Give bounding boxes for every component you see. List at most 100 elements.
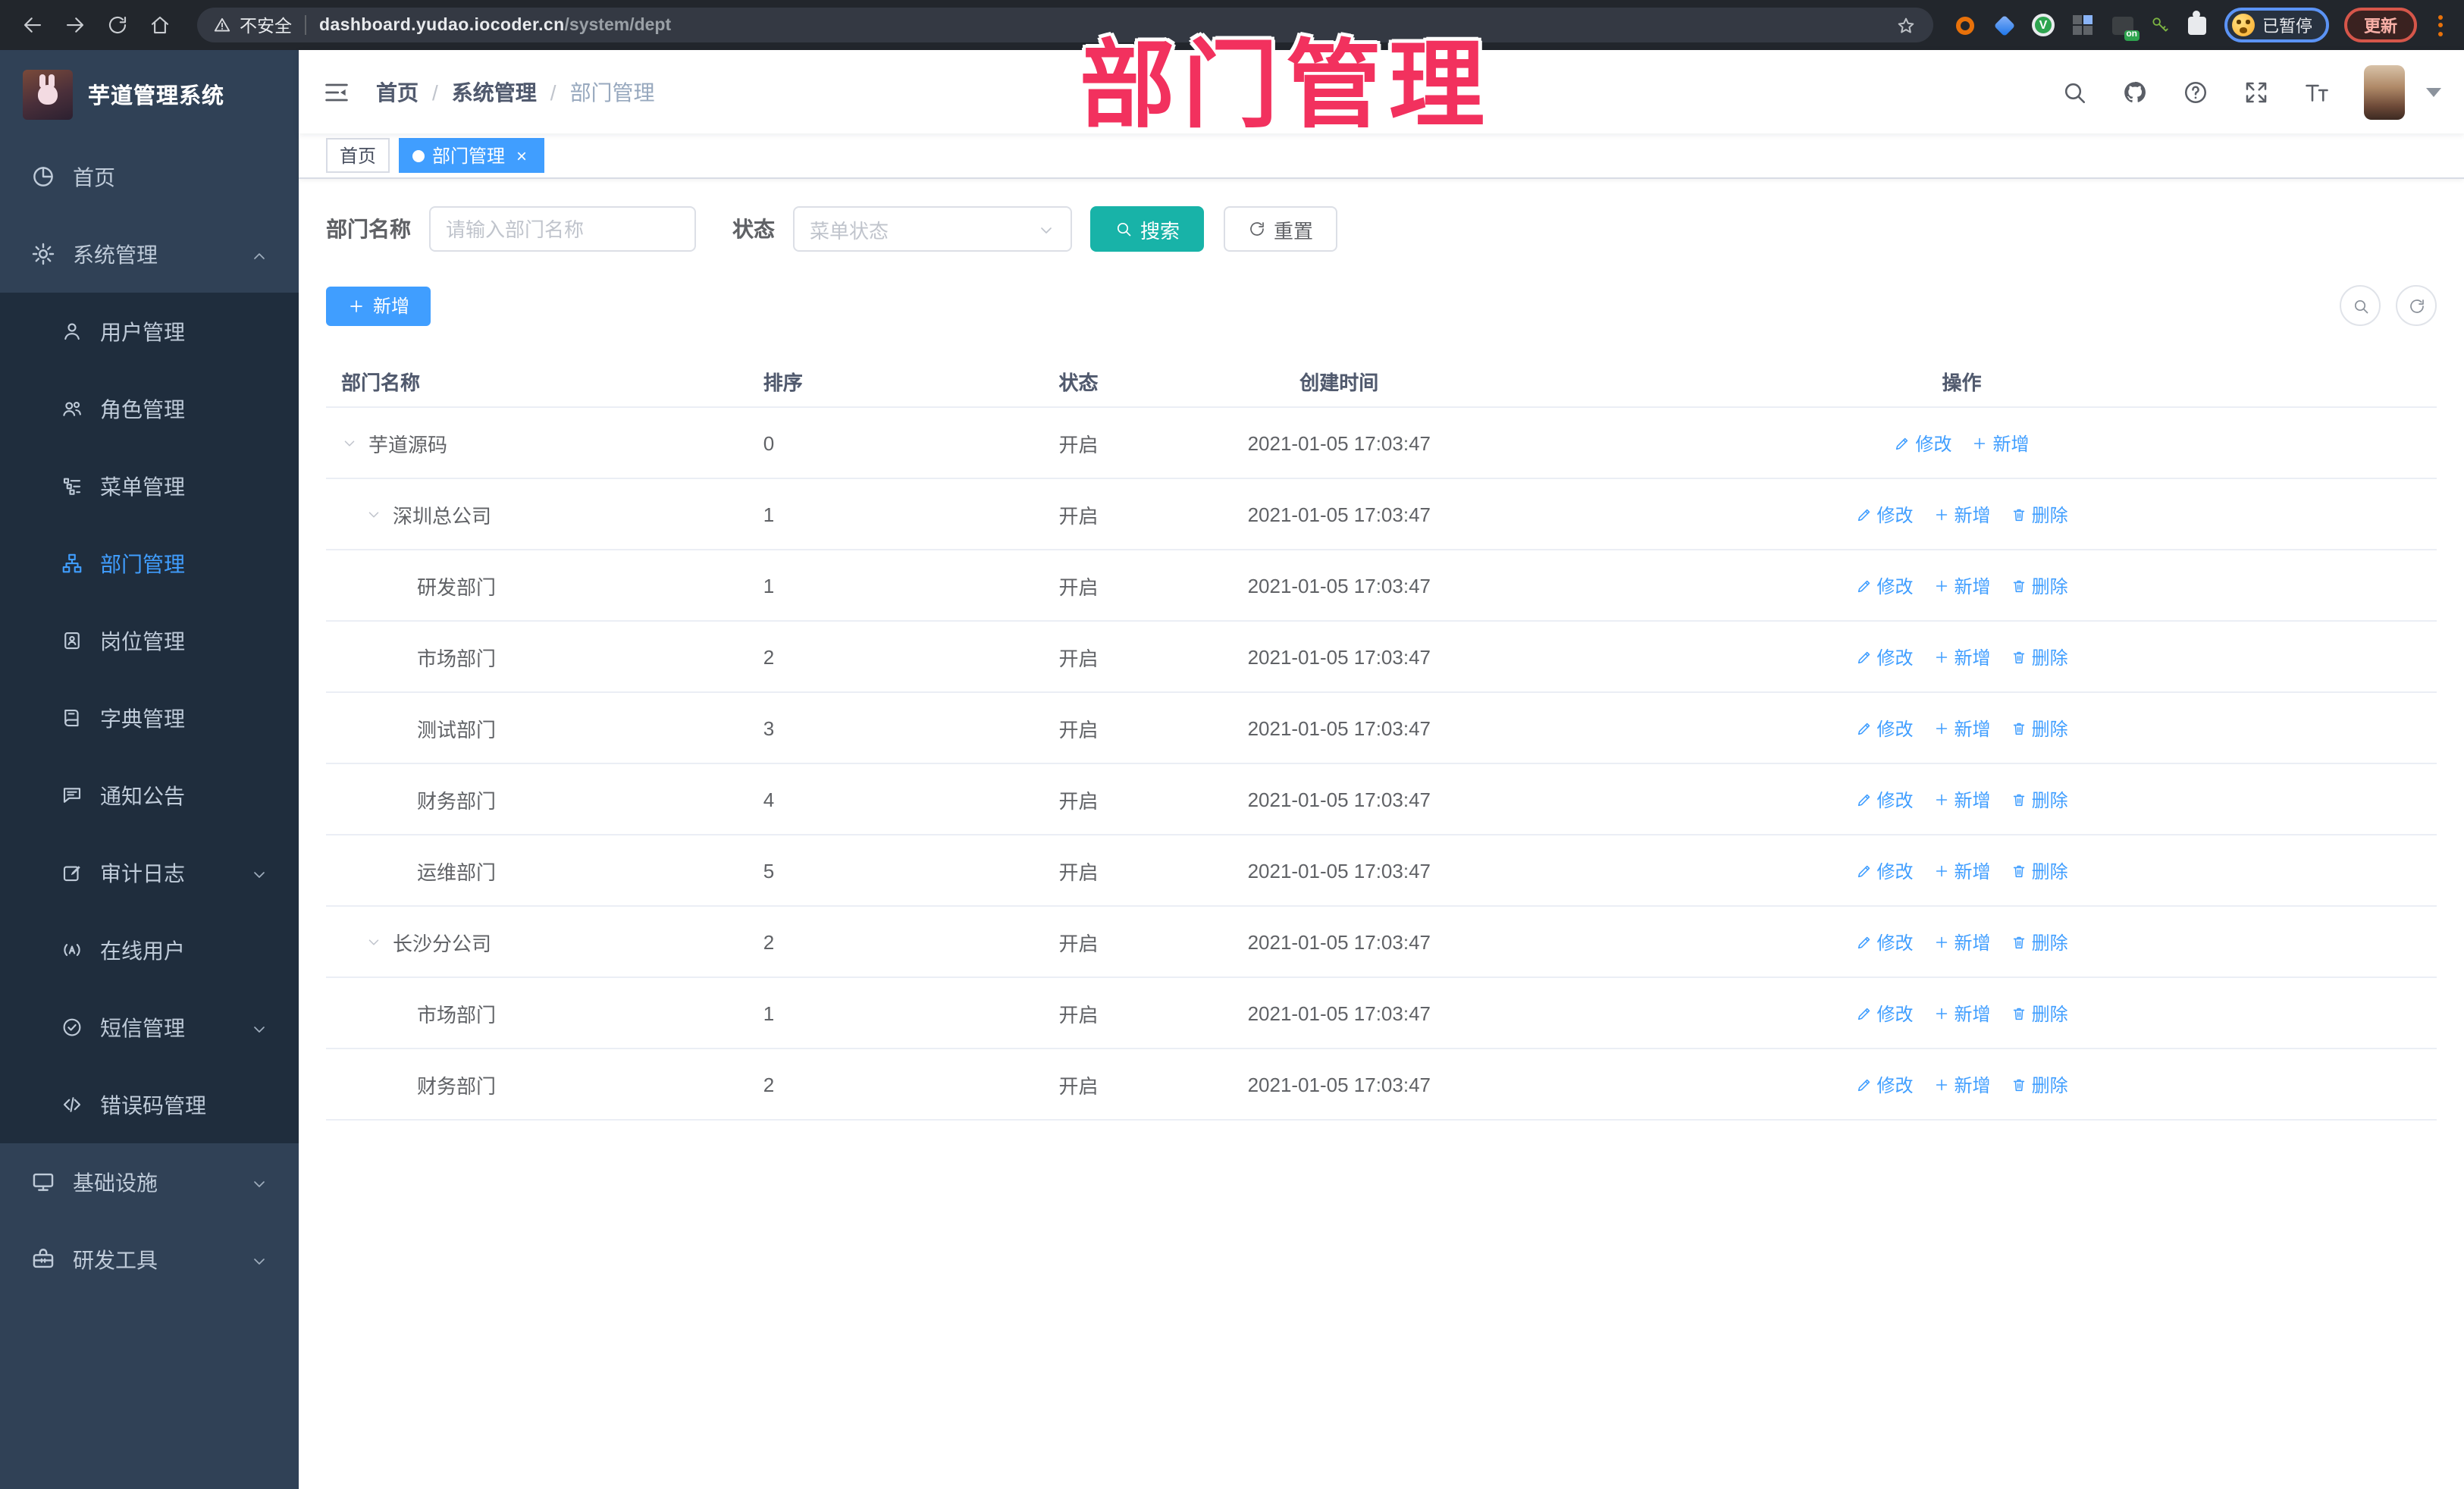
sidebar-item-sms[interactable]: 短信管理: [0, 989, 299, 1066]
browser-menu-icon[interactable]: [2431, 14, 2449, 36]
breadcrumb-item-system[interactable]: 系统管理: [452, 77, 537, 107]
extension-grid-icon[interactable]: [2070, 12, 2096, 38]
extension-puzzle-icon[interactable]: [2183, 12, 2209, 38]
header-search-icon[interactable]: [2061, 78, 2088, 105]
sidebar-item-online[interactable]: 在线用户: [0, 911, 299, 989]
add-action-link[interactable]: 新增: [1933, 501, 1991, 527]
browser-reload-icon[interactable]: [100, 8, 133, 42]
delete-icon: [2011, 506, 2027, 522]
extension-on-badge-icon[interactable]: on: [2109, 12, 2140, 41]
sidebar-item-role[interactable]: 角色管理: [0, 370, 299, 447]
dept-name-cell: 财务部门: [417, 789, 497, 812]
tree-expand-caret-icon[interactable]: [365, 503, 393, 525]
logo-link[interactable]: 芋道管理系统: [0, 50, 299, 138]
browser-forward-icon[interactable]: [58, 8, 91, 42]
extension-pin-icon[interactable]: [1991, 12, 2017, 38]
delete-action-link[interactable]: 删除: [2011, 715, 2068, 741]
tree-expand-caret-icon[interactable]: [365, 931, 393, 952]
delete-action-link[interactable]: 删除: [2011, 857, 2068, 883]
browser-home-icon[interactable]: [143, 8, 176, 42]
font-size-icon[interactable]: [2303, 78, 2331, 105]
add-action-link[interactable]: 新增: [1933, 1000, 1991, 1026]
browser-update-button[interactable]: 更新: [2344, 8, 2417, 42]
url-host: dashboard.yudao.iocoder.cn: [319, 16, 565, 34]
actions-cell: 修改 新增 删除: [1487, 1071, 2437, 1097]
edit-action-link[interactable]: 修改: [1856, 786, 1914, 812]
delete-action-link[interactable]: 删除: [2011, 572, 2068, 598]
edit-action-link[interactable]: 修改: [1856, 572, 1914, 598]
sidebar-item-system[interactable]: 系统管理: [0, 215, 299, 293]
address-bar[interactable]: 不安全 dashboard.yudao.iocoder.cn /system/d…: [197, 8, 1933, 42]
add-action-link[interactable]: 新增: [1933, 929, 1991, 955]
table-row: 测试部门 3 开启 2021-01-05 17:03:47 修改 新增 删除: [326, 691, 2437, 763]
help-icon[interactable]: [2182, 78, 2209, 105]
add-button[interactable]: 新增: [326, 286, 431, 325]
fullscreen-icon[interactable]: [2243, 78, 2270, 105]
edit-action-link[interactable]: 修改: [1856, 1071, 1914, 1097]
add-action-link[interactable]: 新增: [1933, 715, 1991, 741]
sidebar-item-label: 菜单管理: [100, 474, 185, 498]
github-icon[interactable]: [2121, 78, 2149, 105]
extension-key-icon[interactable]: [2149, 14, 2170, 36]
add-action-link[interactable]: 新增: [1933, 572, 1991, 598]
add-action-link[interactable]: 新增: [1933, 1071, 1991, 1097]
sort-cell: 1: [763, 574, 775, 597]
extension-v-icon[interactable]: V: [2030, 12, 2056, 38]
tree-expand-caret-icon[interactable]: [341, 432, 368, 453]
sidebar-item-devtool[interactable]: 研发工具: [0, 1221, 299, 1298]
tag-home[interactable]: 首页: [326, 138, 390, 173]
refresh-button[interactable]: [2396, 285, 2437, 326]
bookmark-star-icon[interactable]: [1892, 12, 1918, 38]
browser-back-icon[interactable]: [15, 8, 49, 42]
sidebar-item-post[interactable]: 岗位管理: [0, 602, 299, 679]
add-action-link[interactable]: 新增: [1933, 644, 1991, 669]
toggle-search-button[interactable]: [2340, 285, 2381, 326]
delete-action-link[interactable]: 删除: [2011, 644, 2068, 669]
tag-close-icon[interactable]: ×: [513, 146, 531, 165]
breadcrumb-item-home[interactable]: 首页: [376, 77, 419, 107]
sidebar-item-audit-log[interactable]: 审计日志: [0, 834, 299, 911]
hamburger-icon[interactable]: [321, 77, 352, 107]
sidebar-item-dict[interactable]: 字典管理: [0, 679, 299, 757]
created-cell: 2021-01-05 17:03:47: [1247, 930, 1431, 953]
sidebar-item-infra[interactable]: 基础设施: [0, 1143, 299, 1221]
sidebar-item-home[interactable]: 首页: [0, 138, 299, 215]
edit-action-link[interactable]: 修改: [1856, 715, 1914, 741]
user-avatar[interactable]: [2364, 64, 2405, 119]
delete-action-link[interactable]: 删除: [2011, 929, 2068, 955]
notice-icon: [61, 784, 83, 807]
tree-caret-placeholder: [390, 788, 417, 810]
edit-action-link[interactable]: 修改: [1856, 644, 1914, 669]
delete-action-link[interactable]: 删除: [2011, 786, 2068, 812]
reset-button[interactable]: 重置: [1224, 206, 1338, 252]
status-cell: 开启: [1058, 789, 1099, 812]
extension-orange-icon[interactable]: [1951, 12, 1977, 38]
add-action-link[interactable]: 新增: [1933, 857, 1991, 883]
user-menu-caret-icon[interactable]: [2426, 87, 2441, 96]
edit-action-link[interactable]: 修改: [1856, 857, 1914, 883]
dept-name-cell: 运维部门: [417, 860, 497, 883]
sidebar-item-errcode[interactable]: 错误码管理: [0, 1066, 299, 1143]
dept-name-input[interactable]: [429, 206, 696, 252]
delete-action-link[interactable]: 删除: [2011, 501, 2068, 527]
edit-action-link[interactable]: 修改: [1895, 430, 1952, 456]
edit-action-link[interactable]: 修改: [1856, 1000, 1914, 1026]
search-button[interactable]: 搜索: [1090, 206, 1205, 252]
tag-dept[interactable]: 部门管理 ×: [399, 138, 545, 173]
add-icon: [1933, 1076, 1950, 1092]
sidebar-item-dept[interactable]: 部门管理: [0, 525, 299, 602]
browser-profile-button[interactable]: 已暂停: [2224, 8, 2329, 42]
add-action-link[interactable]: 新增: [1933, 786, 1991, 812]
edit-action-link[interactable]: 修改: [1856, 501, 1914, 527]
sidebar-item-user[interactable]: 用户管理: [0, 293, 299, 370]
add-action-link[interactable]: 新增: [1972, 430, 2030, 456]
app-title: 芋道管理系统: [88, 84, 224, 108]
status-select[interactable]: 菜单状态: [793, 206, 1072, 252]
sidebar-item-menu[interactable]: 菜单管理: [0, 447, 299, 525]
sidebar-item-label: 短信管理: [100, 1015, 185, 1039]
delete-action-link[interactable]: 删除: [2011, 1000, 2068, 1026]
sidebar-item-notice[interactable]: 通知公告: [0, 757, 299, 834]
not-secure-warning-icon: [212, 15, 232, 35]
edit-action-link[interactable]: 修改: [1856, 929, 1914, 955]
delete-action-link[interactable]: 删除: [2011, 1071, 2068, 1097]
